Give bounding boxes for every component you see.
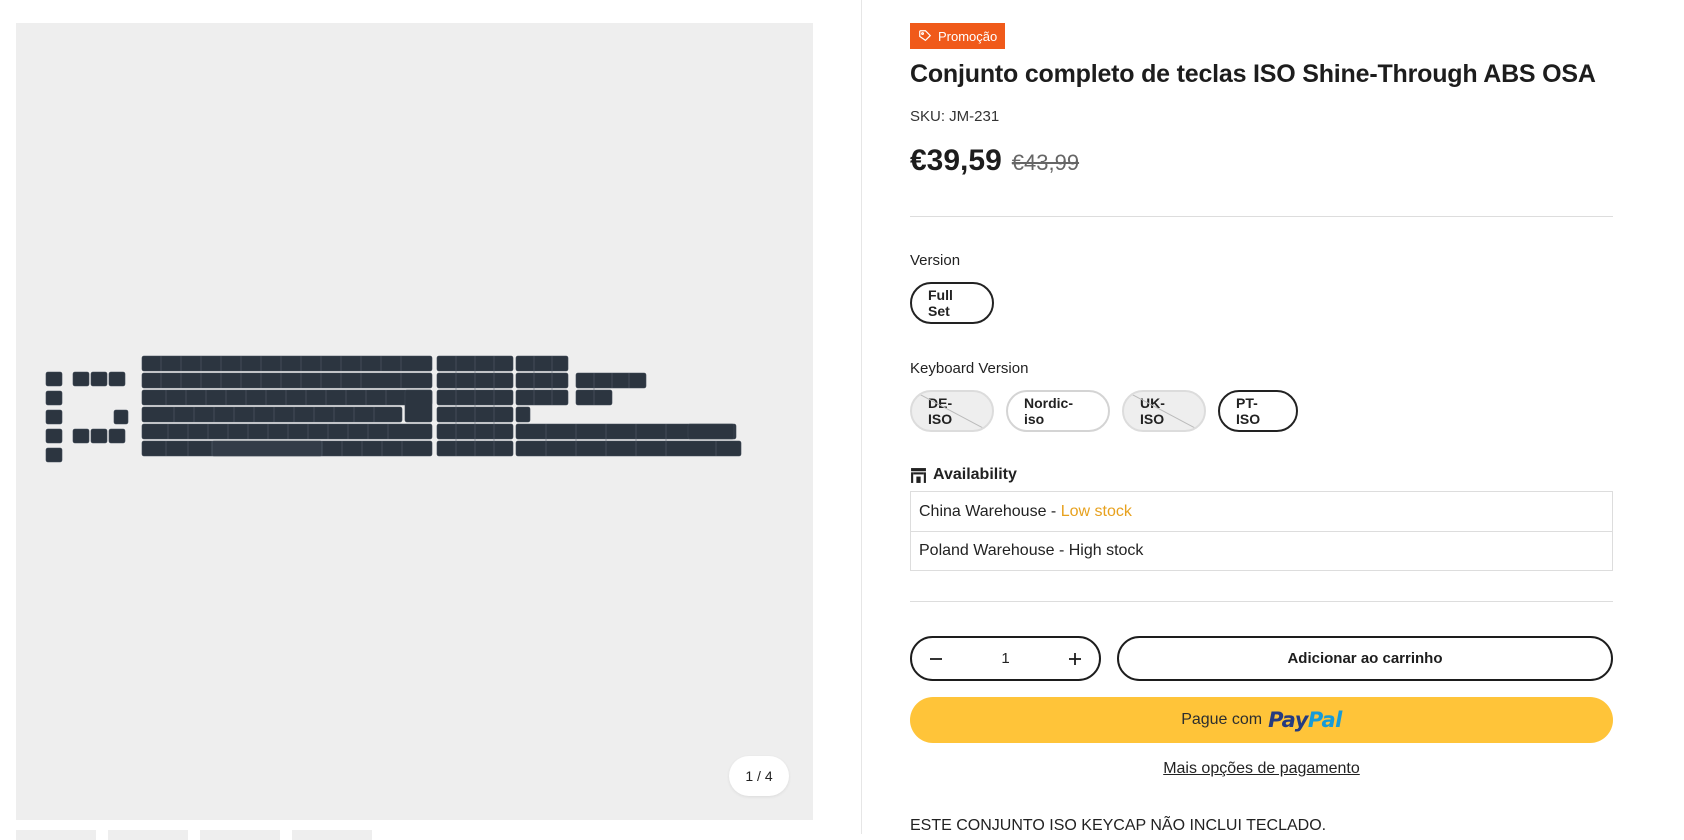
product-description-note: ESTE CONJUNTO ISO KEYCAP NÃO INCLUI TECL… [910,817,1327,834]
availability-heading: Availability [910,466,1017,484]
quantity-decrease-button[interactable] [926,649,946,669]
paypal-logo-pay: Pay [1268,708,1308,732]
sale-price: €39,59 [910,144,1002,177]
quantity-increase-button[interactable] [1065,649,1085,669]
plus-icon [1069,652,1081,665]
tag-icon [919,30,932,42]
product-image-keycaps[interactable] [16,23,813,820]
option-pt-iso[interactable]: PT-ISO [1218,390,1298,432]
keyboard-version-label: Keyboard Version [910,360,1029,377]
warehouse-name: China Warehouse - [919,502,1061,520]
compare-price: €43,99 [1011,150,1080,175]
warehouse-name: Poland Warehouse - [919,542,1069,559]
thumbnail[interactable] [200,830,280,840]
gallery-thumbnails [16,830,372,840]
stock-status: High stock [1068,542,1144,559]
quantity-input[interactable]: 1 [1001,650,1009,667]
product-gallery: 1 / 4 [16,23,813,820]
sale-badge: Promoção [910,23,1006,49]
product-title: Conjunto completo de teclas ISO Shine-Th… [910,60,1596,88]
availability-title: Availability [933,466,1017,483]
availability-row: Poland Warehouse - High stock [911,531,1612,570]
version-label: Version [910,252,961,269]
quantity-stepper: 1 [910,636,1101,681]
more-payment-options-link[interactable]: Mais opções de pagamento [910,760,1613,778]
thumbnail[interactable] [292,830,372,840]
sale-badge-label: Promoção [938,28,998,44]
thumbnail[interactable] [108,830,188,840]
divider [910,601,1613,602]
column-divider [861,0,862,834]
paypal-logo-pal: Pal [1307,708,1342,732]
availability-table: China Warehouse - Low stock Poland Wareh… [910,491,1613,571]
keyboard-version-options: DE-ISO Nordic-iso UK-ISO PT-ISO [910,390,1298,432]
availability-row: China Warehouse - Low stock [911,492,1612,531]
option-uk-iso[interactable]: UK-ISO [1122,390,1206,432]
divider [910,216,1613,217]
minus-icon [930,657,942,660]
gallery-counter: 1 / 4 [729,756,789,796]
product-sku: SKU: JM-231 [910,108,1000,125]
paypal-logo: PayPal [1268,708,1342,732]
option-full-set[interactable]: Full Set [910,282,994,324]
stock-status: Low stock [1060,502,1132,520]
store-icon [911,467,926,483]
option-de-iso[interactable]: DE-ISO [910,390,994,432]
paypal-prefix: Pague com [1181,711,1263,728]
version-options: Full Set [910,282,994,324]
price-row: €39,59 €43,99 [910,144,1079,178]
thumbnail[interactable] [16,830,96,840]
paypal-button[interactable]: Pague com PayPal [910,697,1613,743]
add-to-cart-button[interactable]: Adicionar ao carrinho [1117,636,1613,681]
option-nordic-iso[interactable]: Nordic-iso [1006,390,1110,432]
